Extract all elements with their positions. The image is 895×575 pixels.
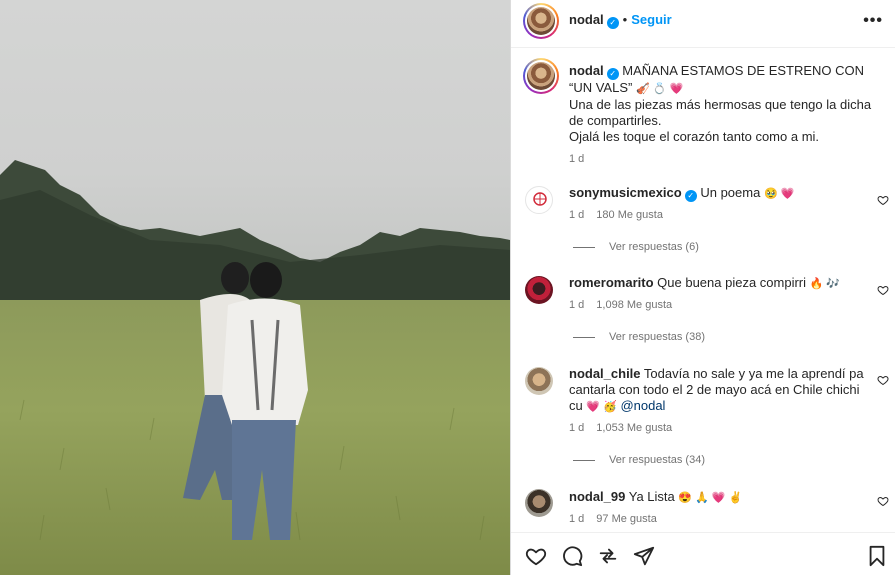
replies-label: Ver respuestas (6) bbox=[609, 241, 699, 253]
comment-username[interactable]: nodal_99 bbox=[569, 489, 625, 504]
heart-icon[interactable] bbox=[877, 374, 889, 386]
comment-meta: 1 d 180 Me gusta bbox=[569, 209, 675, 221]
replies-line bbox=[573, 459, 595, 461]
replies-label: Ver respuestas (38) bbox=[609, 331, 705, 343]
mention-link[interactable]: @nodal bbox=[620, 398, 665, 413]
comment-likes[interactable]: 180 Me gusta bbox=[596, 209, 663, 221]
comment-time[interactable]: 1 d bbox=[569, 513, 584, 525]
comment-text: nodal_99 Ya Lista 😍 🙏 💗 ✌️ bbox=[569, 489, 869, 506]
comment-meta: 1 d 1,098 Me gusta bbox=[569, 299, 684, 311]
post-photo[interactable] bbox=[0, 0, 510, 575]
comment-emojis: 🔥 🎶 bbox=[809, 278, 841, 290]
heart-icon[interactable] bbox=[877, 194, 889, 206]
comment-content: Un poema bbox=[700, 185, 761, 200]
comment-content: Que buena pieza compirri bbox=[657, 275, 807, 290]
replies-line bbox=[573, 246, 595, 248]
comment-emojis: 💗 🥳 bbox=[586, 401, 617, 413]
comment-avatar[interactable] bbox=[525, 367, 553, 395]
like-heart-icon[interactable] bbox=[525, 545, 547, 567]
comment-avatar[interactable] bbox=[525, 276, 553, 304]
comment-username[interactable]: sonymusicmexico bbox=[569, 185, 682, 200]
follow-button[interactable]: Seguir bbox=[631, 12, 671, 27]
heart-icon[interactable] bbox=[877, 284, 889, 296]
sony-logo-icon bbox=[533, 192, 547, 206]
comment-emojis: 🥹 💗 bbox=[763, 188, 795, 200]
comment-text: romeromarito Que buena pieza compirri 🔥 … bbox=[569, 275, 869, 292]
comment-time[interactable]: 1 d bbox=[569, 422, 584, 434]
comment-likes[interactable]: 97 Me gusta bbox=[596, 513, 657, 525]
replies-line bbox=[573, 336, 595, 338]
author-username[interactable]: nodal bbox=[569, 12, 604, 27]
action-bar bbox=[511, 532, 895, 575]
comment-meta: 1 d 1,053 Me gusta bbox=[569, 422, 684, 434]
comment-avatar[interactable] bbox=[525, 489, 553, 517]
comment-content: Ya Lista bbox=[628, 489, 675, 504]
send-icon[interactable] bbox=[633, 545, 655, 567]
share-icon[interactable] bbox=[597, 545, 619, 567]
photo-scene bbox=[0, 160, 510, 575]
caption-emojis: 🎻 💍 💗 bbox=[635, 83, 684, 95]
comment-icon[interactable] bbox=[561, 545, 583, 567]
caption-line3: Ojalá les toque el corazón tanto como a … bbox=[569, 129, 820, 144]
comment-emojis: 😍 🙏 💗 ✌️ bbox=[678, 492, 743, 504]
view-replies[interactable]: Ver respuestas (38) bbox=[573, 331, 705, 343]
comment-likes[interactable]: 1,098 Me gusta bbox=[596, 299, 672, 311]
comment-text: sonymusicmexico ✓ Un poema 🥹 💗 bbox=[569, 185, 869, 202]
more-icon[interactable]: ••• bbox=[863, 12, 883, 30]
comment-likes[interactable]: 1,053 Me gusta bbox=[596, 422, 672, 434]
comment-time[interactable]: 1 d bbox=[569, 209, 584, 221]
caption-username[interactable]: nodal bbox=[569, 63, 604, 78]
verified-icon: ✓ bbox=[684, 190, 697, 202]
comment-avatar[interactable] bbox=[525, 186, 553, 214]
post-caption: nodal ✓ MAÑANA ESTAMOS DE ESTRENO CON “UN… bbox=[569, 63, 881, 167]
comment-time[interactable]: 1 d bbox=[569, 299, 584, 311]
post-side-panel: nodal ✓ • Seguir ••• nodal ✓ MAÑANA ESTAMOS … bbox=[511, 0, 895, 575]
caption-avatar[interactable] bbox=[523, 58, 559, 94]
view-replies[interactable]: Ver respuestas (34) bbox=[573, 454, 705, 466]
comment-meta: 1 d 97 Me gusta bbox=[569, 513, 669, 525]
comment-username[interactable]: nodal_chile bbox=[569, 366, 641, 381]
post-header: nodal ✓ • Seguir ••• bbox=[511, 0, 895, 48]
replies-label: Ver respuestas (34) bbox=[609, 454, 705, 466]
separator-dot: • bbox=[622, 12, 628, 27]
heart-icon[interactable] bbox=[877, 495, 889, 507]
comment-username[interactable]: romeromarito bbox=[569, 275, 654, 290]
verified-icon: ✓ bbox=[606, 17, 619, 29]
caption-time[interactable]: 1 d bbox=[569, 151, 881, 167]
verified-icon: ✓ bbox=[606, 68, 619, 80]
comment-text: nodal_chile Todavía no sale y ya me la a… bbox=[569, 366, 865, 415]
bookmark-icon[interactable] bbox=[867, 545, 887, 567]
view-replies[interactable]: Ver respuestas (6) bbox=[573, 241, 699, 253]
caption-line2: Una de las piezas más hermosas que tengo… bbox=[569, 97, 872, 128]
author-avatar[interactable] bbox=[523, 3, 559, 39]
